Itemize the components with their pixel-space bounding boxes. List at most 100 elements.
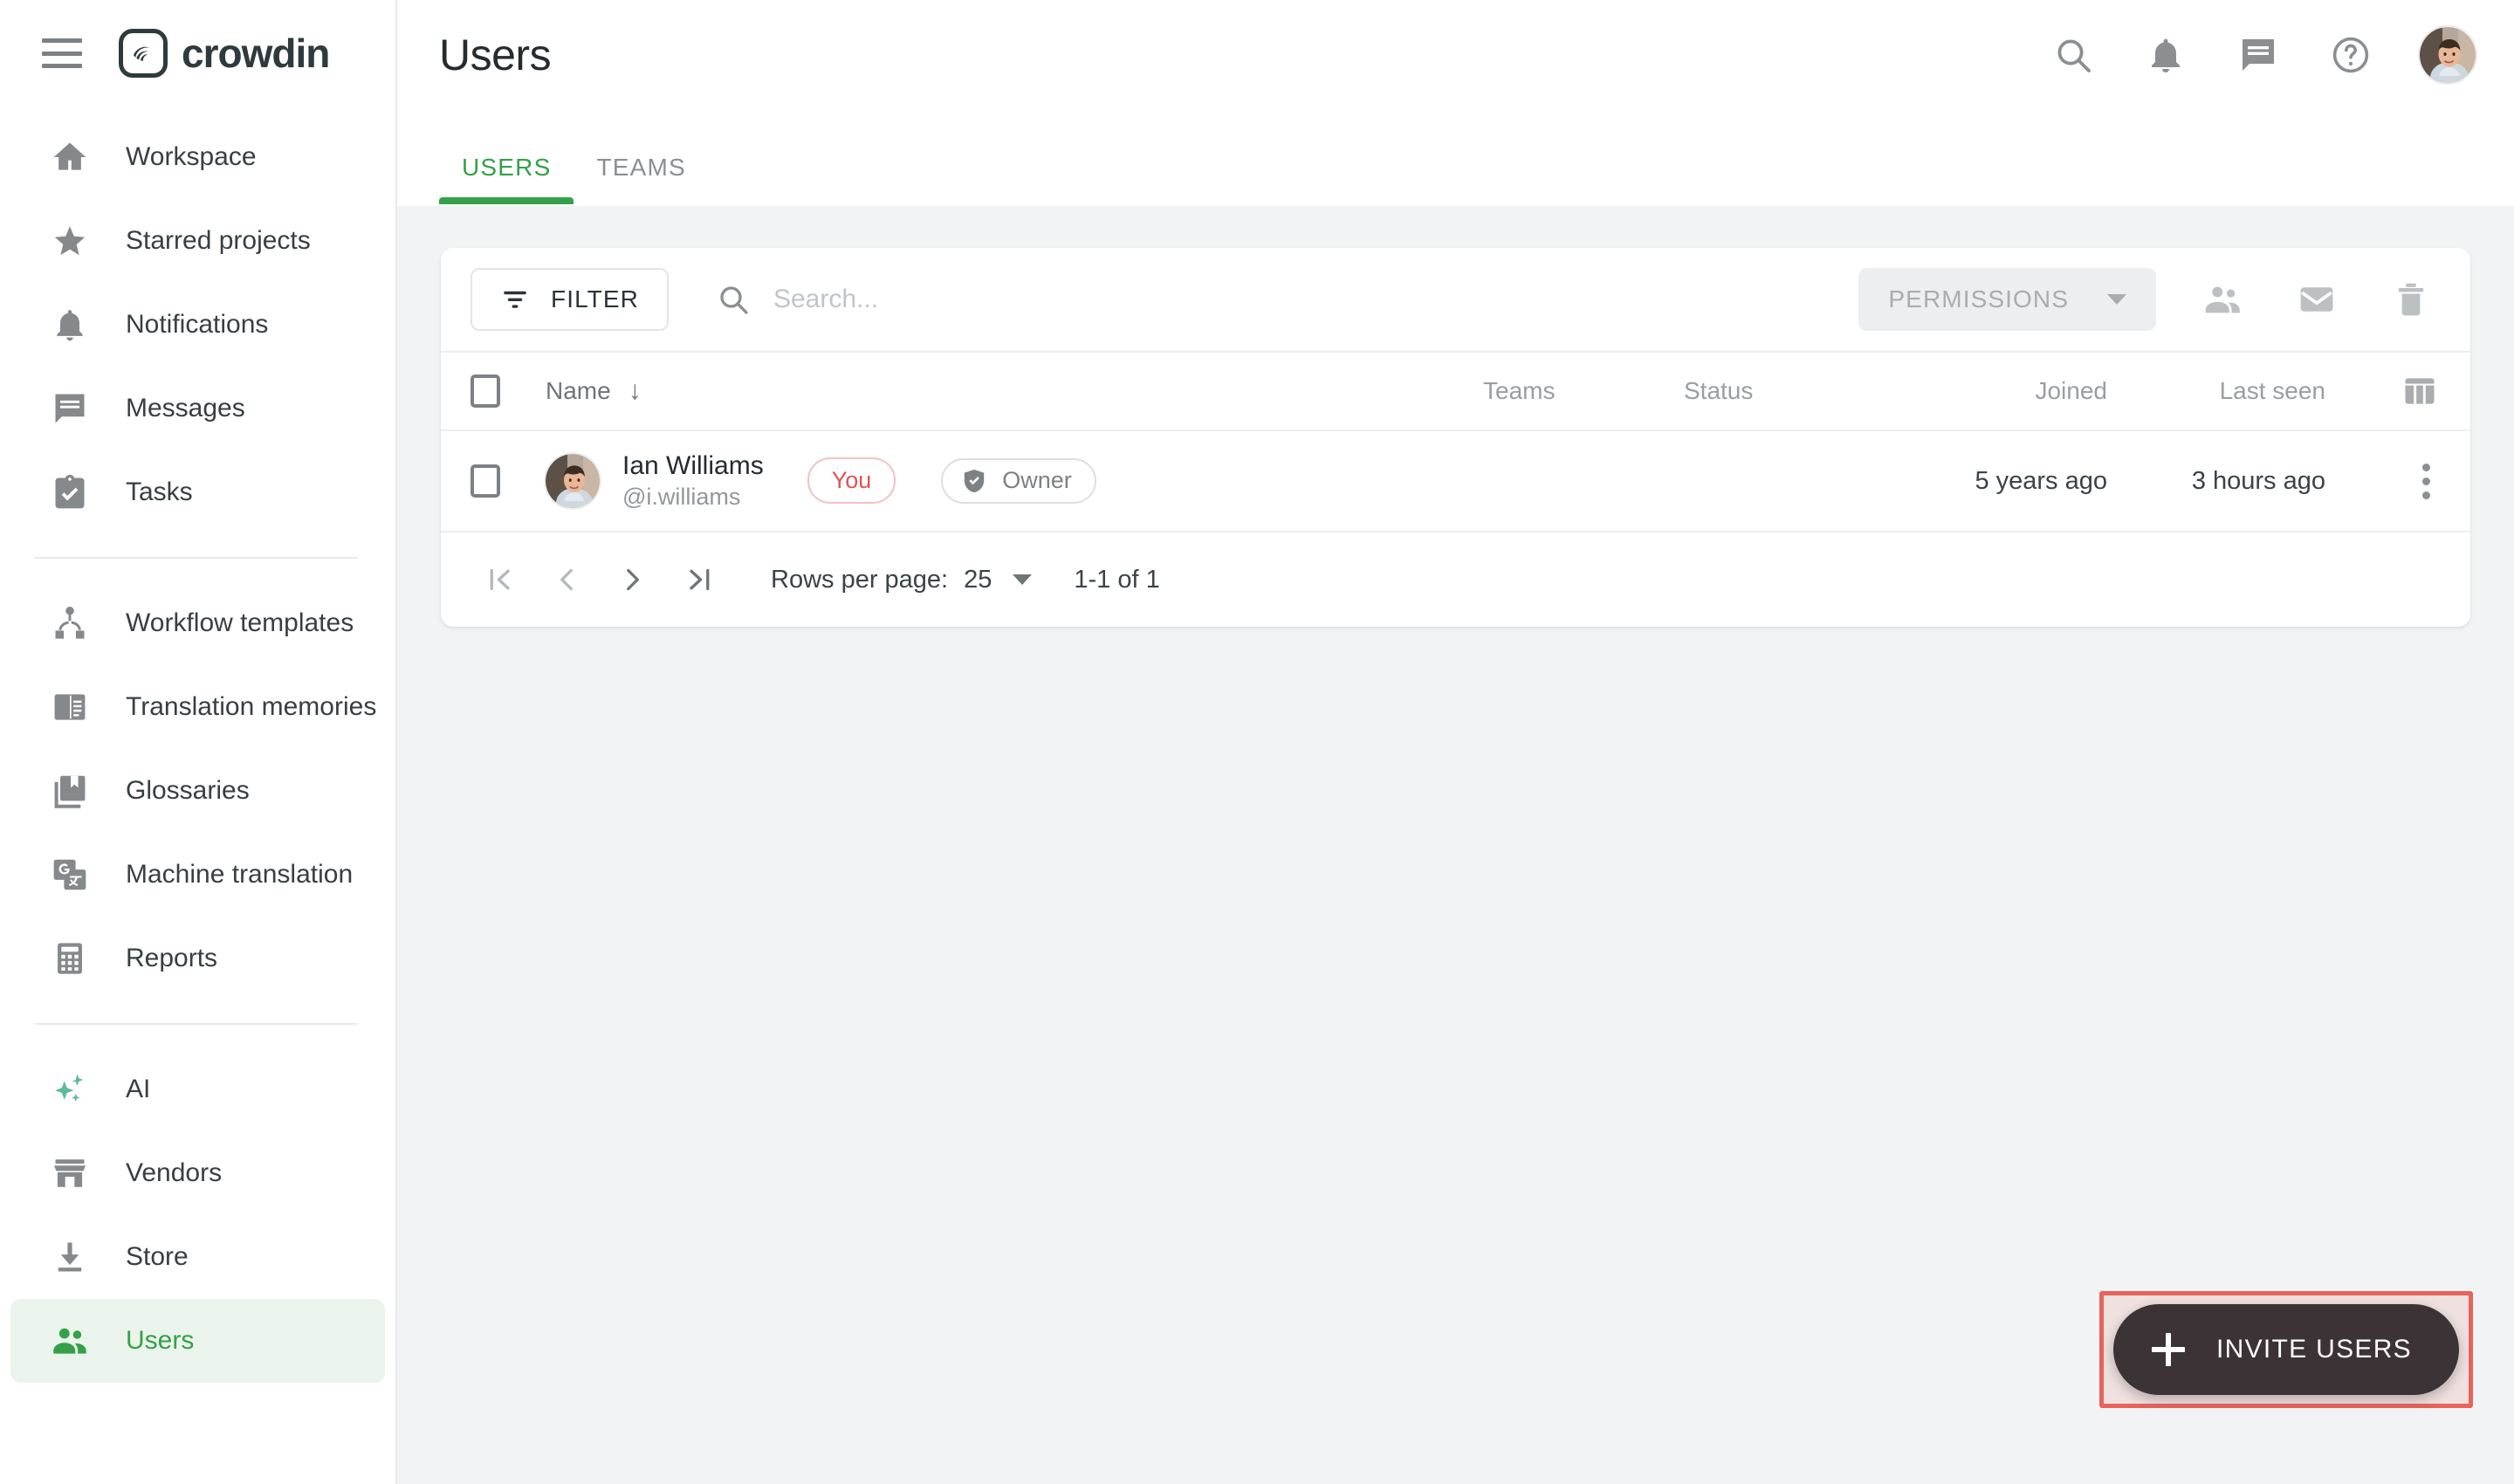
delete-trash-icon[interactable] [2383, 271, 2439, 327]
pagination-range: 1-1 of 1 [1074, 565, 1160, 594]
glossary-book-icon [49, 770, 91, 812]
invite-users-highlight: INVITE USERS [2099, 1291, 2473, 1408]
reports-calculator-icon [49, 938, 91, 979]
permissions-label: PERMISSIONS [1888, 285, 2069, 313]
user-handle: @i.williams [622, 483, 741, 510]
first-page-button[interactable] [467, 546, 533, 613]
owner-label: Owner [1002, 467, 1072, 494]
chevron-down-icon[interactable] [1013, 574, 1033, 585]
sidebar-item-machine-translation[interactable]: Machine translation [10, 833, 385, 917]
sidebar-divider [35, 557, 357, 559]
bell-icon[interactable] [2142, 31, 2189, 79]
crowdin-logo[interactable]: crowdin [119, 29, 330, 78]
sidebar-item-store[interactable]: Store [10, 1215, 385, 1299]
topbar: Users USERS TEAMS [397, 0, 2514, 206]
permissions-dropdown[interactable]: PERMISSIONS [1858, 268, 2156, 331]
sidebar: crowdin Workspace Starred projects Notif… [0, 0, 397, 1484]
tabs: USERS TEAMS [397, 110, 2514, 204]
search-icon[interactable] [2050, 31, 2097, 79]
row-checkbox[interactable] [471, 464, 500, 498]
ai-sparkle-icon [49, 1068, 91, 1110]
cell-joined: 5 years ago [1889, 467, 2107, 496]
sidebar-label: Messages [126, 394, 245, 423]
header-cell-teams[interactable]: Teams [1483, 377, 1684, 405]
last-page-button[interactable] [666, 546, 732, 613]
search-icon [720, 286, 748, 314]
sidebar-label: Machine translation [126, 860, 354, 889]
table-header: Name ↓ Teams Status Joined Last seen [441, 351, 2470, 431]
sort-descending-icon: ↓ [628, 376, 642, 405]
sidebar-label: Store [126, 1242, 189, 1271]
cell-last-seen: 3 hours ago [2107, 467, 2325, 496]
sidebar-item-workflow-templates[interactable]: Workflow templates [10, 581, 385, 665]
sidebar-item-translation-memories[interactable]: Translation memories [10, 665, 385, 749]
content-area: FILTER PERMISSIONS [397, 206, 2514, 1484]
sidebar-label: Notifications [126, 310, 269, 339]
email-icon[interactable] [2289, 271, 2345, 327]
tasks-clipboard-icon [49, 471, 91, 513]
sidebar-label: Reports [126, 944, 218, 972]
prev-page-button[interactable] [533, 546, 600, 613]
last-seen-value: 3 hours ago [2191, 466, 2325, 495]
sidebar-item-tasks[interactable]: Tasks [10, 450, 385, 534]
column-label-name: Name [546, 377, 611, 404]
filter-icon [504, 291, 526, 308]
header-cell-last-seen[interactable]: Last seen [2107, 377, 2325, 405]
user-identity: Ian Williams @i.williams [546, 451, 764, 511]
select-all-cell [471, 374, 546, 408]
sidebar-item-notifications[interactable]: Notifications [10, 283, 385, 367]
header-cell-status[interactable]: Status [1684, 377, 1889, 405]
message-icon [49, 388, 91, 429]
sidebar-label: Workspace [126, 142, 257, 171]
sidebar-item-vendors[interactable]: Vendors [10, 1131, 385, 1215]
main-content: Users USERS TEAMS FILTER Search... PERMI… [397, 0, 2514, 1484]
tab-teams[interactable]: TEAMS [574, 154, 708, 204]
next-page-button[interactable] [600, 546, 666, 613]
store-vendor-icon [49, 1152, 91, 1194]
header-cell-settings [2325, 372, 2439, 410]
sidebar-item-workspace[interactable]: Workspace [10, 115, 385, 199]
download-store-icon [49, 1236, 91, 1278]
sidebar-item-messages[interactable]: Messages [10, 367, 385, 450]
users-group-icon [49, 1320, 91, 1362]
tab-users[interactable]: USERS [439, 154, 574, 204]
table-row[interactable]: Ian Williams @i.williams You Owner 5 yea… [441, 431, 2470, 532]
home-icon [49, 136, 91, 178]
invite-users-button[interactable]: INVITE USERS [2113, 1304, 2459, 1395]
message-icon[interactable] [2235, 31, 2282, 79]
machine-translation-icon [49, 854, 91, 896]
select-all-checkbox[interactable] [471, 374, 500, 408]
header-cell-name[interactable]: Name ↓ [546, 377, 1483, 405]
status-badge-owner: Owner [941, 457, 1096, 504]
table-toolbar: FILTER PERMISSIONS [441, 248, 2470, 351]
help-icon[interactable] [2327, 31, 2374, 79]
columns-settings-icon[interactable] [2401, 372, 2439, 410]
joined-value: 5 years ago [1975, 466, 2107, 495]
invite-users-label: INVITE USERS [2216, 1335, 2412, 1364]
user-full-name: Ian Williams [622, 451, 764, 481]
sidebar-label: AI [126, 1075, 151, 1103]
search-input[interactable] [773, 285, 1840, 314]
sidebar-item-ai[interactable]: AI [10, 1048, 385, 1131]
sidebar-item-users[interactable]: Users [10, 1299, 385, 1383]
crowdin-logo-icon [119, 29, 168, 78]
cell-name: Ian Williams @i.williams You Owner [546, 451, 1483, 511]
sidebar-item-glossaries[interactable]: Glossaries [10, 749, 385, 833]
status-badge-you: You [807, 457, 896, 505]
filter-label: FILTER [551, 285, 639, 313]
add-to-team-icon[interactable] [2195, 271, 2250, 327]
pagination: Rows per page: 25 1-1 of 1 [441, 532, 2470, 627]
filter-button[interactable]: FILTER [471, 268, 669, 331]
search-area [716, 282, 1840, 317]
bell-icon [49, 304, 91, 346]
avatar[interactable] [2420, 27, 2476, 83]
rows-per-page-value[interactable]: 25 [964, 566, 992, 594]
hamburger-icon[interactable] [42, 38, 82, 68]
sidebar-label: Users [126, 1326, 195, 1355]
header-cell-joined[interactable]: Joined [1889, 377, 2107, 405]
plus-icon [2152, 1333, 2186, 1366]
column-label-status: Status [1684, 377, 1754, 404]
row-more-menu-icon[interactable] [2414, 455, 2439, 508]
sidebar-item-starred-projects[interactable]: Starred projects [10, 199, 385, 283]
sidebar-item-reports[interactable]: Reports [10, 917, 385, 1000]
